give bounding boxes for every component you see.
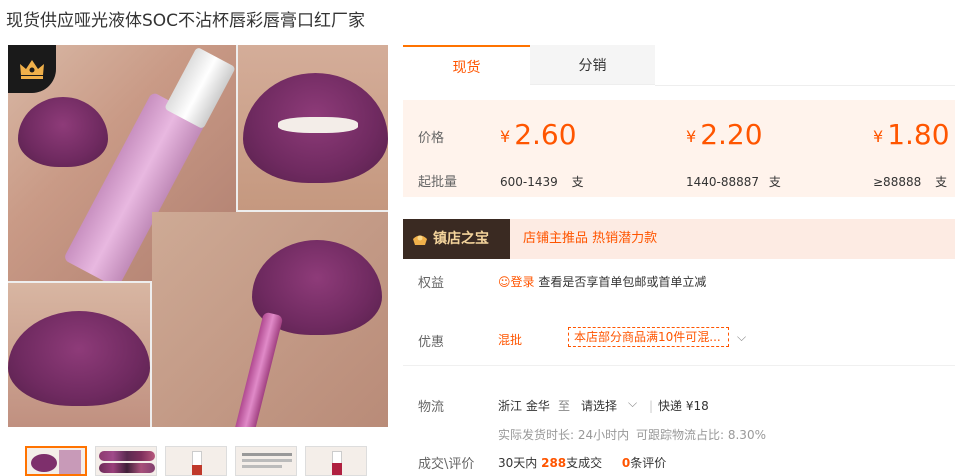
login-icon: ☺ [498,275,511,289]
product-main-image[interactable] [8,45,388,427]
tier-2-qty: 1440-88887 支 [686,175,781,189]
chevron-down-icon[interactable]: ⌵ [628,396,637,411]
rights-value: ☺登录 查看是否享首单包邮或首单立减 [498,275,707,289]
track-rate: 可跟踪物流占比: 8.30% [636,428,766,442]
thumbnail-3[interactable] [165,446,227,476]
product-photo-2 [238,45,388,210]
tab-divider [655,85,955,86]
thumbnail-5[interactable] [305,446,367,476]
sales-count: 288 [541,456,567,470]
teeth-graphic [278,117,358,133]
ship-time: 实际发货时长: 24小时内 [498,428,630,442]
thumbnail-strip [25,446,367,476]
sales-label: 成交\评价 [418,457,475,472]
logistics-label: 物流 [418,400,445,415]
discount-type: 混批 [498,333,523,347]
product-photo-3 [8,283,150,427]
lips-graphic [8,311,150,406]
shop-treasure-bar: 镇店之宝 店铺主推品 热销潜力款 [403,219,955,259]
tab-distribution[interactable]: 分销 [530,45,655,85]
logistics-to: 至 [558,399,571,413]
destination-select[interactable]: 请选择 [581,397,617,414]
login-link[interactable]: 登录 [511,275,535,289]
lips-graphic [18,97,108,167]
crown-icon [8,45,56,93]
thumbnail-2[interactable] [95,446,157,476]
shipping-method: | 快递 ¥18 [649,399,709,413]
price-label: 价格 [418,131,445,146]
logistics-origin: 浙江 金华 [498,399,550,413]
promo-detail[interactable]: 本店部分商品满10件可混... [568,327,729,347]
purchase-mode-tabs: 现货 分销 [403,45,955,86]
tier-3-price: ¥1.80 [873,118,950,151]
product-title: 现货供应哑光液体SOC不沾杯唇彩唇膏口红厂家 [6,11,366,31]
rights-label: 权益 [418,276,445,291]
price-panel: 价格 起批量 ¥2.60 ¥2.20 ¥1.80 600-1439 支 1440… [403,100,955,197]
tier-2-price: ¥2.20 [686,118,763,151]
chevron-down-icon[interactable]: ⌵ [737,330,746,345]
discount-label: 优惠 [418,335,445,350]
applicator-graphic [232,311,284,427]
divider [403,365,955,366]
thumbnail-4[interactable] [235,446,297,476]
thumbnail-1[interactable] [25,446,87,476]
sales-value: 30天内 288支成交 0条评价 [498,456,667,470]
shop-tags: 店铺主推品 热销潜力款 [523,231,658,246]
tier-3-qty: ≥88888 支 [873,175,948,189]
gold-ingot-icon [413,235,427,245]
shop-treasure-badge: 镇店之宝 [403,219,510,259]
tier-1-qty: 600-1439 支 [500,175,584,189]
review-count[interactable]: 0 [622,456,630,470]
moq-label: 起批量 [418,175,458,190]
tier-1-price: ¥2.60 [500,118,577,151]
product-photo-4 [152,212,388,427]
tab-spot[interactable]: 现货 [403,45,530,85]
